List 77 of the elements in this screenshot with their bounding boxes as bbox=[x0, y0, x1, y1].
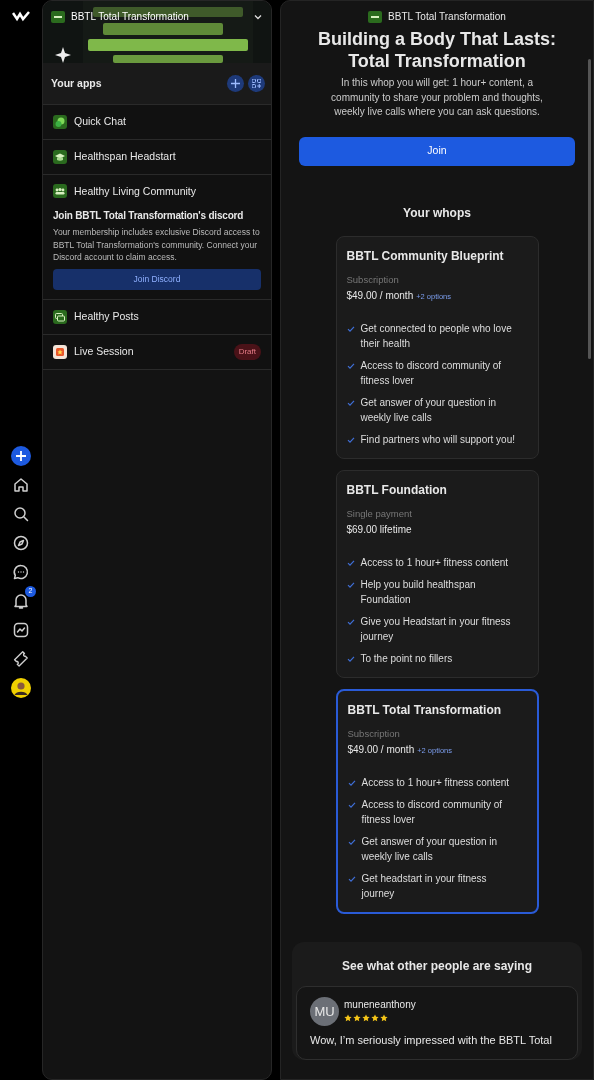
app-item[interactable]: Healthy Living Community bbox=[74, 183, 196, 200]
join-discord-button[interactable]: Join Discord bbox=[53, 269, 261, 290]
compass-icon[interactable] bbox=[11, 533, 31, 553]
graduation-cap-icon bbox=[53, 149, 67, 164]
people-icon bbox=[53, 184, 67, 199]
plan-price: $49.00 / month bbox=[347, 744, 415, 756]
join-button[interactable]: Join bbox=[299, 136, 575, 166]
feature-text: Access to 1 hour+ fitness content bbox=[360, 556, 509, 571]
app-grid-button[interactable] bbox=[248, 75, 265, 92]
check-icon bbox=[346, 618, 355, 627]
scrollbar[interactable] bbox=[588, 59, 591, 359]
brand-logo-icon bbox=[368, 10, 383, 23]
search-icon[interactable] bbox=[11, 504, 31, 524]
plan-card[interactable] bbox=[335, 689, 539, 915]
plus-icon bbox=[231, 79, 240, 88]
section-title: Your apps bbox=[51, 75, 102, 91]
grid-icon bbox=[252, 79, 261, 88]
app-item[interactable]: Healthy Posts bbox=[74, 308, 139, 325]
username: muneneanthony bbox=[344, 998, 416, 1013]
check-icon bbox=[346, 324, 355, 333]
check-icon bbox=[346, 581, 355, 590]
plan-price: $49.00 / month bbox=[346, 289, 414, 301]
app-item[interactable]: Quick Chat bbox=[74, 114, 126, 130]
check-icon bbox=[346, 361, 355, 370]
feature-text: Access to discord community of fitness lover bbox=[360, 358, 503, 388]
page-title: Building a Body That Lasts: Total Transformation bbox=[317, 29, 557, 73]
plan-card[interactable] bbox=[335, 235, 539, 459]
bell-icon[interactable] bbox=[11, 591, 31, 611]
ticket-icon[interactable] bbox=[11, 649, 31, 669]
status-badge: Draft bbox=[233, 343, 261, 360]
chat-icon[interactable] bbox=[11, 562, 31, 582]
billing-type: Subscription bbox=[346, 272, 400, 287]
user-avatar: MU bbox=[310, 997, 339, 1027]
feature-text: Get connected to people who love their health bbox=[360, 321, 513, 351]
star-icon bbox=[53, 344, 67, 359]
add-app-button[interactable] bbox=[227, 75, 244, 92]
check-icon bbox=[346, 655, 355, 664]
check-icon bbox=[346, 398, 355, 407]
community-title[interactable]: BBTL Total Transformation bbox=[71, 9, 189, 24]
plan-name: BBTL Community Blueprint bbox=[346, 247, 505, 265]
brand-name: BBTL Total Transformation bbox=[388, 10, 506, 24]
plan-price: $69.00 lifetime bbox=[346, 524, 412, 536]
logo-icon[interactable] bbox=[12, 10, 30, 22]
feature-text: Access to discord community of fitness lover bbox=[361, 798, 504, 828]
review-text: Wow, I’m seriously impressed with the BBTL Total bbox=[310, 1033, 553, 1049]
billing-type: Subscription bbox=[347, 727, 401, 742]
page-description: In this whop you will get: 1 hour+ content, a community to share your problem and thoughts, weekly live calls where you can ask questions. bbox=[330, 76, 544, 120]
plan-name: BBTL Foundation bbox=[346, 481, 448, 499]
check-icon bbox=[347, 801, 356, 810]
check-icon bbox=[346, 559, 355, 568]
messages-icon bbox=[53, 309, 67, 324]
section-title: Your whops bbox=[403, 204, 471, 222]
feature-text: Get headstart in your fitness journey bbox=[361, 872, 488, 902]
discord-description: Your membership includes exclusive Discord access to BBTL Total Transformation's community. Connect your Discord account to claim access. bbox=[53, 226, 261, 264]
feature-text: To the point no fillers bbox=[360, 652, 453, 667]
feature-text: Find partners who will support you! bbox=[360, 432, 516, 447]
discord-heading: Join BBTL Total Transformation's discord bbox=[53, 209, 245, 224]
section-title: See what other people are saying bbox=[341, 958, 533, 976]
check-icon bbox=[347, 779, 356, 788]
plan-card[interactable]: BBTL Foundation Single payment $69.00 lifetime Access to 1 hour+ fitness content Help you build healthspan Foundation Give you Headstart in your fitness journey To the point no fillers bbox=[335, 469, 539, 679]
add-icon[interactable] bbox=[11, 446, 31, 466]
avatar[interactable] bbox=[11, 678, 31, 698]
check-icon bbox=[347, 875, 356, 884]
feature-text: Get answer of your question in weekly live calls bbox=[360, 395, 498, 425]
feature-text: Get answer of your question in weekly live calls bbox=[361, 835, 499, 865]
billing-type: Single payment bbox=[346, 506, 413, 521]
check-icon bbox=[346, 435, 355, 444]
app-item[interactable]: Healthspan Headstart bbox=[74, 148, 176, 165]
app-item[interactable]: Live Session bbox=[74, 343, 134, 360]
feature-text: Help you build healthspan Foundation bbox=[360, 578, 477, 608]
feature-text: Give you Headstart in your fitness journey bbox=[360, 615, 512, 645]
chart-icon[interactable] bbox=[11, 620, 31, 640]
plan-name: BBTL Total Transformation bbox=[347, 702, 503, 720]
home-icon[interactable] bbox=[11, 475, 31, 495]
feature-text: Access to 1 hour+ fitness content bbox=[361, 776, 510, 791]
check-icon bbox=[347, 838, 356, 847]
chat-bubbles-icon bbox=[53, 114, 67, 129]
